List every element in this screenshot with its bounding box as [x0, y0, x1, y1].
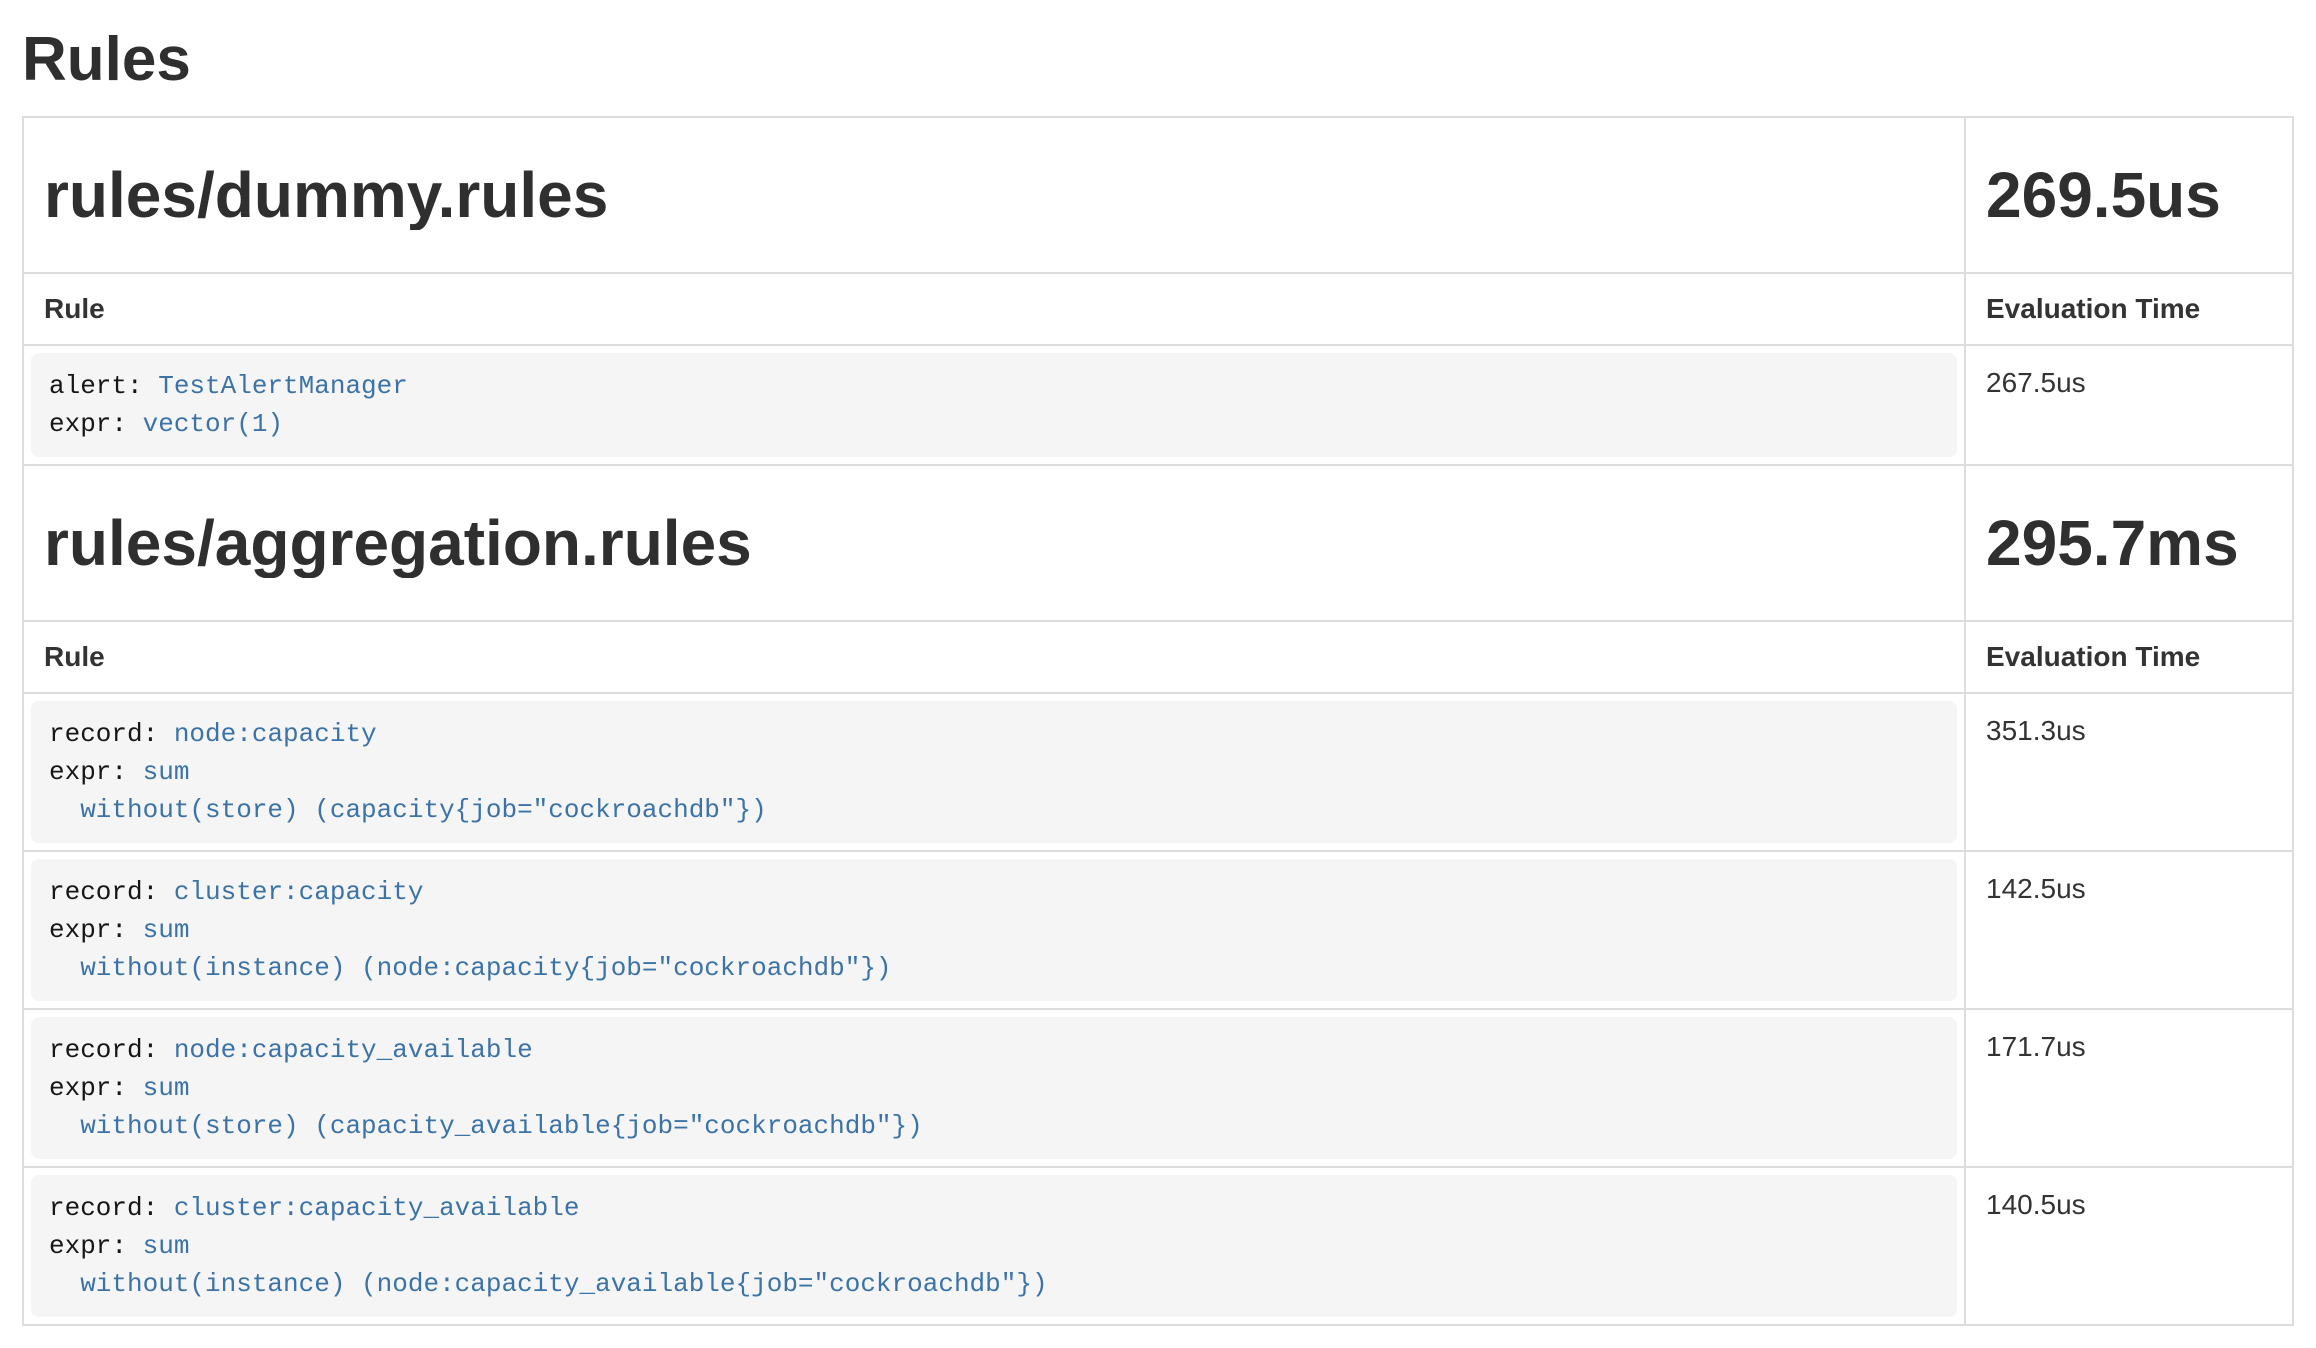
rules-page: Rules rules/dummy.rules 269.5us Rule Eva… [0, 26, 2316, 1326]
column-header-row: Rule Evaluation Time [23, 621, 2293, 693]
rule-link[interactable]: cluster:capacity [174, 877, 424, 907]
rule-keyword: expr: [49, 757, 143, 787]
group-header-row: rules/dummy.rules 269.5us [23, 117, 2293, 273]
rule-keyword: record: [49, 719, 174, 749]
rule-keyword: expr: [49, 915, 143, 945]
rule-keyword: expr: [49, 409, 143, 439]
group-header-row: rules/aggregation.rules 295.7ms [23, 465, 2293, 621]
rule-keyword: alert: [49, 371, 158, 401]
rule-row: record: cluster:capacity_availableexpr: … [23, 1167, 2293, 1325]
rule-row: record: node:capacity expr: sum without(s… [23, 693, 2293, 851]
rules-table: rules/dummy.rules 269.5us Rule Evaluatio… [22, 116, 2294, 1326]
rule-row: record: cluster:capacity expr: sum withou… [23, 851, 2293, 1009]
rule-keyword: record: [49, 1193, 174, 1223]
rule-link[interactable]: node:capacity_available [174, 1035, 533, 1065]
rule-keyword: expr: [49, 1231, 143, 1261]
rule-link[interactable]: node:capacity [174, 719, 377, 749]
rule-definition: record: node:capacity_available expr: sum… [31, 1017, 1957, 1159]
rule-link[interactable]: without(instance) (node:capacity{job="co… [49, 953, 892, 983]
rule-evaluation-time: 142.5us [1965, 851, 2293, 1009]
rule-definition: record: cluster:capacity_availableexpr: … [31, 1175, 1957, 1317]
rule-row: record: node:capacity_available expr: sum… [23, 1009, 2293, 1167]
rule-evaluation-time: 140.5us [1965, 1167, 2293, 1325]
rule-link[interactable]: sum [143, 915, 190, 945]
group-file-title: rules/aggregation.rules [44, 508, 1944, 578]
rule-link[interactable]: cluster:capacity_available [174, 1193, 580, 1223]
rule-definition: record: cluster:capacity expr: sum withou… [31, 859, 1957, 1001]
group-file-title: rules/dummy.rules [44, 160, 1944, 230]
rule-keyword: expr: [49, 1073, 143, 1103]
evaluation-time-column-header: Evaluation Time [1965, 621, 2293, 693]
rule-link[interactable]: sum [143, 1073, 190, 1103]
group-evaluation-time: 295.7ms [1986, 508, 2272, 578]
rule-column-header: Rule [23, 621, 1965, 693]
rule-link[interactable]: sum [143, 1231, 190, 1261]
rule-keyword: record: [49, 877, 174, 907]
rule-link[interactable]: sum [143, 757, 190, 787]
page-title: Rules [22, 26, 2294, 94]
rule-link[interactable]: without(store) (capacity_available{job="… [49, 1111, 923, 1141]
rule-evaluation-time: 171.7us [1965, 1009, 2293, 1167]
rule-keyword: record: [49, 1035, 174, 1065]
rule-link[interactable]: TestAlertManager [158, 371, 408, 401]
evaluation-time-column-header: Evaluation Time [1965, 273, 2293, 345]
rule-link[interactable]: without(instance) (node:capacity_availab… [49, 1269, 1048, 1299]
rule-row: alert: TestAlertManager expr: vector(1) 2… [23, 345, 2293, 465]
rule-definition: alert: TestAlertManager expr: vector(1) [31, 353, 1957, 457]
rule-column-header: Rule [23, 273, 1965, 345]
rule-link[interactable]: without(store) (capacity{job="cockroachd… [49, 795, 767, 825]
rule-evaluation-time: 351.3us [1965, 693, 2293, 851]
rule-evaluation-time: 267.5us [1965, 345, 2293, 465]
rule-definition: record: node:capacity expr: sum without(s… [31, 701, 1957, 843]
group-evaluation-time: 269.5us [1986, 160, 2272, 230]
rule-link[interactable]: vector(1) [143, 409, 283, 439]
column-header-row: Rule Evaluation Time [23, 273, 2293, 345]
